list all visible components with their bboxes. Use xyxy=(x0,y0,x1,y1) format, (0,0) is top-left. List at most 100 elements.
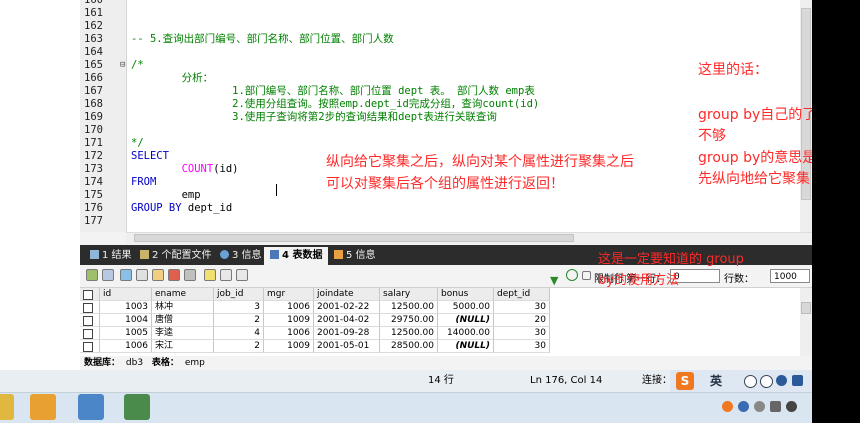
code-text: 3.使用子查询将第2步的查询结果和dept表进行关联查询 xyxy=(131,111,497,124)
cell-ename[interactable]: 宋江 xyxy=(152,340,214,353)
grid-vertical-scrollbar[interactable] xyxy=(800,288,812,356)
cell-bonus[interactable]: (NULL) xyxy=(438,340,494,353)
cell-mgr[interactable]: 1009 xyxy=(264,314,314,327)
cell-mgr[interactable]: 1006 xyxy=(264,301,314,314)
column-header-ename[interactable]: ename xyxy=(152,288,214,301)
export-icon[interactable] xyxy=(102,269,114,281)
cell-joindate[interactable]: 2001-02-22 xyxy=(314,301,380,314)
text-mode-icon[interactable] xyxy=(236,269,248,281)
column-header-id[interactable]: id xyxy=(100,288,152,301)
tab-profiles[interactable]: 2 个配置文件 xyxy=(134,248,218,264)
reset-filter-icon[interactable] xyxy=(566,269,578,281)
save-icon[interactable] xyxy=(152,269,164,281)
emoji-icon[interactable] xyxy=(744,375,757,388)
cell-bonus[interactable]: (NULL) xyxy=(438,314,494,327)
code-text: COUNT(id) xyxy=(131,163,239,176)
cell-joindate[interactable]: 2001-04-02 xyxy=(314,314,380,327)
column-header-bonus[interactable]: bonus xyxy=(438,288,494,301)
code-token: COUNT xyxy=(181,163,214,175)
cell-ename[interactable]: 林冲 xyxy=(152,301,214,314)
column-header-mgr[interactable]: mgr xyxy=(264,288,314,301)
status-bar: 14 行 Ln 176, Col 14 连接： S 英 xyxy=(0,370,812,393)
network-icon[interactable] xyxy=(754,401,765,412)
cell-joindate[interactable]: 2001-09-28 xyxy=(314,327,380,340)
cell-salary[interactable]: 12500.00 xyxy=(380,327,438,340)
table-row[interactable]: 1003 林冲 3 1006 2001-02-22 12500.00 5000.00 30 xyxy=(80,301,800,314)
line-number: 171 xyxy=(84,137,103,149)
cell-dept-id[interactable]: 30 xyxy=(494,327,550,340)
tab-results[interactable]: 1 结果 xyxy=(84,248,138,264)
cell-id[interactable]: 1005 xyxy=(100,327,152,340)
sogou-icon[interactable]: S xyxy=(676,372,694,390)
cell-salary[interactable]: 28500.00 xyxy=(380,340,438,353)
cell-bonus[interactable]: 5000.00 xyxy=(438,301,494,314)
cell-job-id[interactable]: 3 xyxy=(214,301,264,314)
cell-salary[interactable]: 12500.00 xyxy=(380,301,438,314)
column-header-job-id[interactable]: job_id xyxy=(214,288,264,301)
help-icon[interactable] xyxy=(738,401,749,412)
mic-icon[interactable] xyxy=(776,375,787,386)
row-checkbox[interactable] xyxy=(80,314,100,327)
row-checkbox[interactable] xyxy=(80,327,100,340)
volume-icon[interactable] xyxy=(786,401,797,412)
cell-mgr[interactable]: 1006 xyxy=(264,327,314,340)
cell-bonus[interactable]: 14000.00 xyxy=(438,327,494,340)
pen-icon[interactable] xyxy=(760,375,773,388)
table-row[interactable]: 1004 唐僧 2 1009 2001-04-02 29750.00 (NULL) 20 xyxy=(80,314,800,327)
taskbar-pdf-icon[interactable] xyxy=(30,394,56,420)
cell-mgr[interactable]: 1009 xyxy=(264,340,314,353)
code-token: GROUP BY xyxy=(131,202,182,214)
filter-icon[interactable]: ▼ xyxy=(550,269,562,287)
form-mode-icon[interactable] xyxy=(220,269,232,281)
select-all-checkbox[interactable] xyxy=(80,288,100,301)
editor-horizontal-scrollbar[interactable] xyxy=(126,232,812,244)
import-icon[interactable] xyxy=(120,269,132,281)
sogou-tray-icon[interactable] xyxy=(722,401,733,412)
ime-mode[interactable]: 英 xyxy=(710,370,722,392)
table-row[interactable]: 1005 李逵 4 1006 2001-09-28 12500.00 14000.00 30 xyxy=(80,327,800,340)
delete-icon[interactable] xyxy=(168,269,180,281)
column-header-joindate[interactable]: joindate xyxy=(314,288,380,301)
cell-job-id[interactable]: 2 xyxy=(214,340,264,353)
cell-job-id[interactable]: 4 xyxy=(214,327,264,340)
column-header-salary[interactable]: salary xyxy=(380,288,438,301)
editor-line: 164 xyxy=(80,46,800,59)
result-grid[interactable]: id ename job_id mgr joindate salary bonu… xyxy=(80,288,800,356)
cell-job-id[interactable]: 2 xyxy=(214,314,264,327)
cell-ename[interactable]: 李逵 xyxy=(152,327,214,340)
row-checkbox[interactable] xyxy=(80,340,100,353)
cell-id[interactable]: 1006 xyxy=(100,340,152,353)
rows-count-input[interactable]: 1000 xyxy=(770,269,810,283)
cell-id[interactable]: 1004 xyxy=(100,314,152,327)
taskbar-notepad-icon[interactable] xyxy=(124,394,150,420)
grid-view-icon[interactable] xyxy=(86,269,98,281)
cell-salary[interactable]: 29750.00 xyxy=(380,314,438,327)
fold-toggle-icon[interactable]: ⊟ xyxy=(120,59,125,72)
row-checkbox[interactable] xyxy=(80,301,100,314)
cell-id[interactable]: 1003 xyxy=(100,301,152,314)
settings-icon[interactable] xyxy=(770,401,781,412)
editor-line: 170 xyxy=(80,124,800,137)
taskbar-sqlyog-icon[interactable] xyxy=(78,394,104,420)
taskbar-folder-icon[interactable] xyxy=(0,394,14,420)
cell-ename[interactable]: 唐僧 xyxy=(152,314,214,327)
cancel-icon[interactable] xyxy=(184,269,196,281)
line-number: 167 xyxy=(84,85,103,97)
grid-scroll-thumb[interactable] xyxy=(801,302,811,314)
refresh-icon[interactable] xyxy=(136,269,148,281)
tab-info[interactable]: 3 信息 xyxy=(214,248,268,264)
line-number: 170 xyxy=(84,124,103,136)
keyboard-icon[interactable] xyxy=(792,375,803,386)
table-row[interactable]: 1006 宋江 2 1009 2001-05-01 28500.00 (NULL) 30 xyxy=(80,340,800,353)
cell-dept-id[interactable]: 30 xyxy=(494,301,550,314)
cell-dept-id[interactable]: 30 xyxy=(494,340,550,353)
tab-table-data[interactable]: 4 表数据 xyxy=(264,247,329,265)
cell-dept-id[interactable]: 20 xyxy=(494,314,550,327)
column-header-dept-id[interactable]: dept_id xyxy=(494,288,550,301)
cell-joindate[interactable]: 2001-05-01 xyxy=(314,340,380,353)
limit-rows-checkbox[interactable] xyxy=(582,271,591,280)
grid-mode-icon[interactable] xyxy=(204,269,216,281)
tab-info-2[interactable]: 5 信息 xyxy=(328,248,382,264)
editor-horizontal-scroll-thumb[interactable] xyxy=(134,234,574,242)
annotation-right-5: 先纵向地给它聚集 xyxy=(698,171,810,187)
